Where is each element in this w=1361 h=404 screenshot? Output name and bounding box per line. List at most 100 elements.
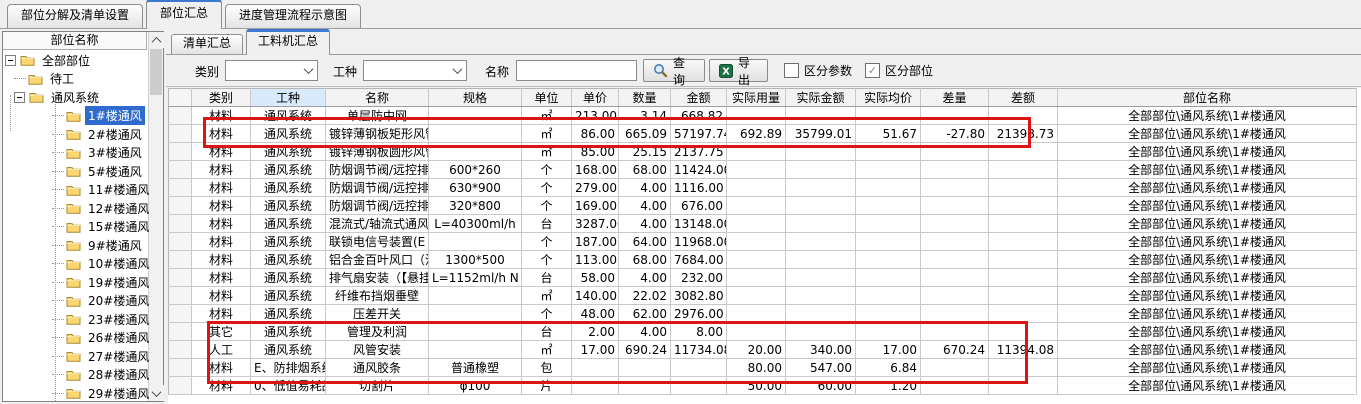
- table-cell[interactable]: 86.00: [572, 125, 619, 143]
- table-cell[interactable]: [856, 179, 921, 197]
- table-cell[interactable]: 690.24: [619, 341, 671, 359]
- table-cell[interactable]: [856, 251, 921, 269]
- row-indicator[interactable]: [169, 287, 192, 305]
- table-cell[interactable]: 普通橡塑: [429, 359, 522, 377]
- table-cell[interactable]: 材料: [192, 215, 251, 233]
- table-cell[interactable]: 全部部位\通风系统\1#楼通风: [1058, 215, 1357, 233]
- table-cell[interactable]: ㎡: [522, 341, 572, 359]
- table-cell[interactable]: [786, 251, 856, 269]
- table-cell[interactable]: 切割片: [326, 377, 429, 395]
- table-cell[interactable]: 材料: [192, 287, 251, 305]
- table-cell[interactable]: [727, 161, 786, 179]
- table-cell[interactable]: 防烟调节阀/远控排烟阀: [326, 179, 429, 197]
- table-cell[interactable]: 镀锌薄钢板圆形风管: [326, 143, 429, 161]
- table-cell[interactable]: [989, 161, 1058, 179]
- collapse-minus-icon[interactable]: [14, 92, 25, 103]
- table-cell[interactable]: 全部部位\通风系统\1#楼通风: [1058, 143, 1357, 161]
- table-cell[interactable]: 全部部位\通风系统\1#楼通风: [1058, 377, 1357, 395]
- checkbox-distinguish-params[interactable]: 区分参数: [784, 62, 852, 79]
- column-header[interactable]: 实际用量: [727, 89, 786, 107]
- tree-node[interactable]: 通风系统: [3, 88, 149, 107]
- table-cell[interactable]: ㎡: [522, 125, 572, 143]
- table-cell[interactable]: 全部部位\通风系统\1#楼通风: [1058, 359, 1357, 377]
- table-cell[interactable]: [989, 107, 1058, 125]
- table-cell[interactable]: 68.00: [619, 161, 671, 179]
- table-cell[interactable]: [727, 197, 786, 215]
- table-cell[interactable]: [921, 233, 989, 251]
- table-cell[interactable]: 全部部位\通风系统\1#楼通风: [1058, 125, 1357, 143]
- table-cell[interactable]: [429, 107, 522, 125]
- table-cell[interactable]: 80.00: [727, 359, 786, 377]
- table-cell[interactable]: 279.00: [572, 179, 619, 197]
- table-cell[interactable]: [727, 143, 786, 161]
- table-cell[interactable]: 通风系统: [251, 251, 326, 269]
- table-cell[interactable]: 镀锌薄钢板矩形风管: [326, 125, 429, 143]
- table-cell[interactable]: L=40300ml/h: [429, 215, 522, 233]
- table-cell[interactable]: [921, 269, 989, 287]
- table-cell[interactable]: [856, 161, 921, 179]
- tab-part-summary[interactable]: 部位汇总: [146, 0, 222, 29]
- table-cell[interactable]: [989, 251, 1058, 269]
- table-cell[interactable]: [727, 215, 786, 233]
- table-cell[interactable]: 17.00: [856, 341, 921, 359]
- table-cell[interactable]: 8.00: [671, 323, 727, 341]
- table-cell[interactable]: [989, 377, 1058, 395]
- table-cell[interactable]: [856, 107, 921, 125]
- tree-node[interactable]: 待工: [3, 70, 149, 89]
- table-cell[interactable]: 全部部位\通风系统\1#楼通风: [1058, 305, 1357, 323]
- table-cell[interactable]: [727, 269, 786, 287]
- row-indicator[interactable]: [169, 377, 192, 395]
- table-cell[interactable]: [572, 359, 619, 377]
- table-cell[interactable]: [921, 197, 989, 215]
- table-cell[interactable]: [727, 323, 786, 341]
- column-header[interactable]: 类别: [192, 89, 251, 107]
- table-cell[interactable]: [727, 251, 786, 269]
- table-cell[interactable]: 材料: [192, 359, 251, 377]
- table-cell[interactable]: [856, 305, 921, 323]
- table-cell[interactable]: 22.02: [619, 287, 671, 305]
- table-cell[interactable]: 通风系统: [251, 233, 326, 251]
- table-cell[interactable]: 2.00: [572, 323, 619, 341]
- table-cell[interactable]: [786, 269, 856, 287]
- table-cell[interactable]: 材料: [192, 305, 251, 323]
- tree-node[interactable]: 10#楼通风: [3, 255, 149, 274]
- table-cell[interactable]: 630*900: [429, 179, 522, 197]
- table-cell[interactable]: 包: [522, 359, 572, 377]
- column-header[interactable]: 差额: [989, 89, 1058, 107]
- table-cell[interactable]: 340.00: [786, 341, 856, 359]
- column-header[interactable]: 工种: [251, 89, 326, 107]
- table-cell[interactable]: 个: [522, 161, 572, 179]
- table-cell[interactable]: 材料: [192, 143, 251, 161]
- row-indicator[interactable]: [169, 359, 192, 377]
- table-cell[interactable]: [989, 143, 1058, 161]
- table-cell[interactable]: 全部部位\通风系统\1#楼通风: [1058, 179, 1357, 197]
- table-cell[interactable]: [989, 287, 1058, 305]
- row-indicator[interactable]: [169, 323, 192, 341]
- table-cell[interactable]: [856, 233, 921, 251]
- table-cell[interactable]: 材料: [192, 251, 251, 269]
- tree-node[interactable]: 19#楼通风: [3, 273, 149, 292]
- table-cell[interactable]: [921, 251, 989, 269]
- tree-vertical-scrollbar[interactable]: [148, 32, 163, 401]
- table-cell[interactable]: 材料: [192, 125, 251, 143]
- table-cell[interactable]: [989, 359, 1058, 377]
- tree-node[interactable]: 9#楼通风: [3, 236, 149, 255]
- table-cell[interactable]: 个: [522, 305, 572, 323]
- table-cell[interactable]: 通风胶条: [326, 359, 429, 377]
- table-cell[interactable]: 665.09: [619, 125, 671, 143]
- table-cell[interactable]: [786, 107, 856, 125]
- table-cell[interactable]: 防烟调节阀/远控排烟阀: [326, 161, 429, 179]
- table-cell[interactable]: 169.00: [572, 197, 619, 215]
- table-cell[interactable]: [921, 287, 989, 305]
- row-indicator[interactable]: [169, 251, 192, 269]
- column-header[interactable]: 数量: [619, 89, 671, 107]
- table-cell[interactable]: 3.14: [619, 107, 671, 125]
- table-cell[interactable]: 材料: [192, 269, 251, 287]
- table-cell[interactable]: [727, 287, 786, 305]
- table-cell[interactable]: L=1152ml/h N: [429, 269, 522, 287]
- table-cell[interactable]: [786, 305, 856, 323]
- table-cell[interactable]: 17.00: [572, 341, 619, 359]
- tree-node[interactable]: 26#楼通风: [3, 329, 149, 348]
- table-cell[interactable]: 140.00: [572, 287, 619, 305]
- table-cell[interactable]: [619, 377, 671, 395]
